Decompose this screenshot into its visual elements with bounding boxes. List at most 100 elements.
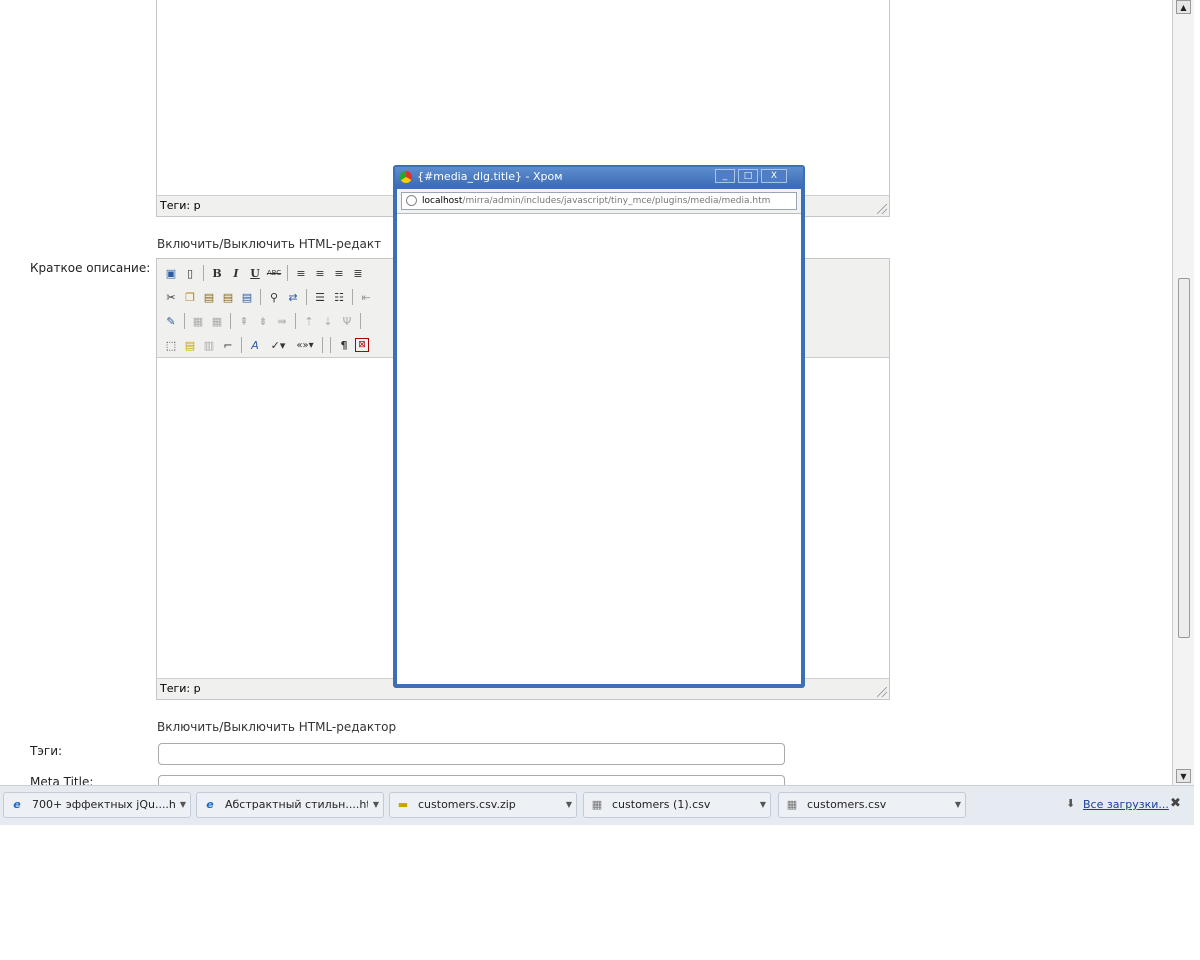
toolbar-separator: [295, 313, 296, 329]
col-after-icon[interactable]: ⇣: [320, 313, 336, 329]
row-after-icon[interactable]: ⇟: [255, 313, 271, 329]
download-item[interactable]: ▬ customers.csv.zip ▼: [389, 792, 577, 818]
meta-title-input[interactable]: [158, 775, 785, 785]
url-host: localhost: [422, 196, 463, 206]
col-before-icon[interactable]: ⇡: [301, 313, 317, 329]
toolbar-separator: [352, 289, 353, 305]
short-description-label: Краткое описание:: [30, 261, 151, 275]
minimize-button[interactable]: _: [715, 169, 735, 183]
toolbar-row-1: ▣ ▯ B I U ABC ≡ ≡ ≡ ≣: [163, 262, 366, 284]
chevron-down-icon[interactable]: ▼: [561, 793, 576, 817]
select-all-icon[interactable]: ⬚: [163, 337, 179, 353]
spellcheck-icon[interactable]: ✓▾: [266, 337, 290, 353]
bold-icon[interactable]: B: [209, 265, 225, 281]
resize-grip-icon[interactable]: [877, 204, 887, 214]
maximize-button[interactable]: □: [738, 169, 758, 183]
download-item[interactable]: ▦ customers.csv ▼: [778, 792, 966, 818]
globe-icon: [406, 195, 417, 206]
paste-word-icon[interactable]: ▤: [239, 289, 255, 305]
statusbar-path: Теги: p: [160, 682, 201, 695]
close-button[interactable]: X: [761, 169, 787, 183]
popup-titlebar[interactable]: {#media_dlg.title} - Хром _ □ X: [395, 167, 803, 187]
download-filename: customers.csv: [807, 798, 887, 811]
save-icon[interactable]: ▣: [163, 265, 179, 281]
copy-icon[interactable]: ❐: [182, 289, 198, 305]
delete-col-icon[interactable]: Ψ: [339, 313, 355, 329]
align-left-icon[interactable]: ≡: [293, 265, 309, 281]
style-icon[interactable]: A: [247, 337, 263, 353]
toolbar-separator: [260, 289, 261, 305]
table-icon[interactable]: ▦: [190, 313, 206, 329]
toolbar-separator: [322, 337, 323, 353]
delete-row-icon[interactable]: ⇛: [274, 313, 290, 329]
download-filename: Абстрактный стильн....htm: [225, 798, 368, 811]
toolbar-separator: [360, 313, 361, 329]
crop-icon[interactable]: ⌐: [220, 337, 236, 353]
download-filename: 700+ эффектных jQu....htm: [32, 798, 175, 811]
statusbar-path: Теги: p: [160, 199, 201, 212]
popup-address-bar: localhost/mirra/admin/includes/javascrip…: [397, 189, 801, 214]
row-before-icon[interactable]: ⇞: [236, 313, 252, 329]
italic-icon[interactable]: I: [228, 265, 244, 281]
popup-title: {#media_dlg.title} - Хром: [417, 170, 563, 183]
ie-icon: e: [206, 798, 214, 811]
toggle-html-editor-link[interactable]: Включить/Выключить HTML-редактор: [157, 720, 396, 734]
align-center-icon[interactable]: ≡: [312, 265, 328, 281]
media-dialog-window[interactable]: {#media_dlg.title} - Хром _ □ X localhos…: [393, 165, 805, 688]
find-icon[interactable]: ⚲: [266, 289, 282, 305]
chevron-down-icon[interactable]: ▼: [175, 793, 190, 817]
cut-icon[interactable]: ✂: [163, 289, 179, 305]
downloads-bar: e 700+ эффектных jQu....htm ▼ e Абстракт…: [0, 785, 1194, 825]
paragraph-icon[interactable]: ¶: [336, 337, 352, 353]
chevron-down-icon[interactable]: ▼: [368, 793, 383, 817]
scroll-thumb[interactable]: [1178, 278, 1190, 638]
chrome-icon: [400, 171, 412, 183]
toolbar-separator: [184, 313, 185, 329]
outdent-icon[interactable]: ⇤: [358, 289, 374, 305]
all-downloads-link[interactable]: Все загрузки...: [1083, 798, 1169, 811]
new-document-icon[interactable]: ▯: [182, 265, 198, 281]
toolbar-row-2: ✂ ❐ ▤ ▤ ▤ ⚲ ⇄ ☰ ☷ ⇤: [163, 286, 374, 308]
url-field[interactable]: localhost/mirra/admin/includes/javascrip…: [401, 192, 797, 210]
chevron-down-icon[interactable]: ▼: [950, 793, 965, 817]
toolbar-row-4: ⬚ ▤ ▥ ⌐ A ✓▾ «»▾ ¶ ⊠: [163, 334, 369, 356]
download-item[interactable]: ▦ customers (1).csv ▼: [583, 792, 771, 818]
align-right-icon[interactable]: ≡: [331, 265, 347, 281]
toggle-html-editor-link[interactable]: Включить/Выключить HTML-редакт: [157, 237, 381, 251]
strikethrough-icon[interactable]: ABC: [266, 265, 282, 281]
resize-grip-icon[interactable]: [877, 687, 887, 697]
download-item[interactable]: e Абстрактный стильн....htm ▼: [196, 792, 384, 818]
underline-icon[interactable]: U: [247, 265, 263, 281]
quote-icon[interactable]: «»▾: [293, 337, 317, 353]
ie-icon: e: [13, 798, 21, 811]
scroll-up-button[interactable]: ▲: [1176, 0, 1191, 14]
vertical-scrollbar[interactable]: ▲ ▼: [1172, 0, 1194, 785]
numbered-list-icon[interactable]: ☷: [331, 289, 347, 305]
download-filename: customers.csv.zip: [418, 798, 516, 811]
paste-text-icon[interactable]: ▤: [220, 289, 236, 305]
align-justify-icon[interactable]: ≣: [350, 265, 366, 281]
toolbar-row-3: ✎ ▦ ▦ ⇞ ⇟ ⇛ ⇡ ⇣ Ψ: [163, 310, 363, 332]
layer-icon[interactable]: ▤: [182, 337, 198, 353]
download-arrow-icon: ⬇: [1066, 797, 1076, 810]
tags-input[interactable]: [158, 743, 785, 765]
csv-icon: ▦: [591, 798, 603, 811]
scroll-down-button[interactable]: ▼: [1176, 769, 1191, 783]
bullet-list-icon[interactable]: ☰: [312, 289, 328, 305]
zip-icon: ▬: [397, 798, 409, 811]
toolbar-separator: [330, 337, 331, 353]
replace-icon[interactable]: ⇄: [285, 289, 301, 305]
layer-forward-icon[interactable]: ▥: [201, 337, 217, 353]
csv-icon: ▦: [786, 798, 798, 811]
paste-icon[interactable]: ▤: [201, 289, 217, 305]
edit-icon[interactable]: ✎: [163, 313, 179, 329]
close-downloads-button[interactable]: ✖: [1170, 796, 1181, 811]
table-props-icon[interactable]: ▦: [209, 313, 225, 329]
download-item[interactable]: e 700+ эффектных jQu....htm ▼: [3, 792, 191, 818]
download-filename: customers (1).csv: [612, 798, 711, 811]
page-viewport: Теги: p Включить/Выключить HTML-редакт К…: [0, 0, 1172, 785]
tags-label: Тэги:: [30, 744, 63, 758]
toolbar-separator: [287, 265, 288, 281]
chevron-down-icon[interactable]: ▼: [755, 793, 770, 817]
media-icon[interactable]: ⊠: [355, 338, 369, 352]
